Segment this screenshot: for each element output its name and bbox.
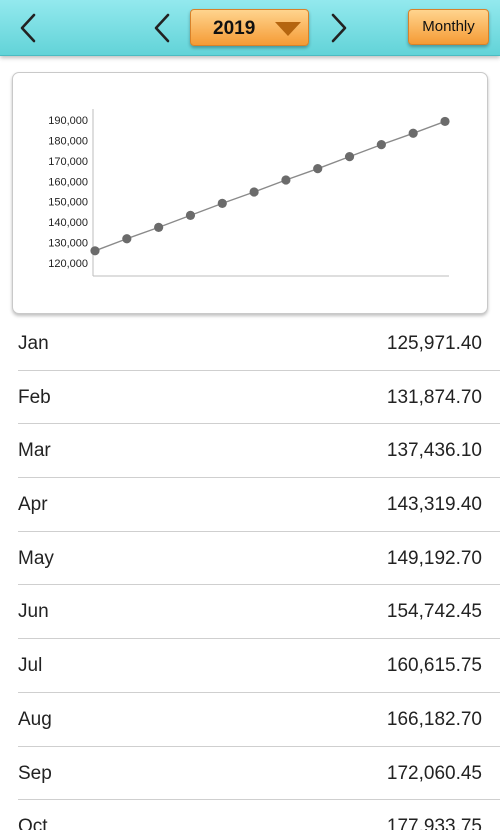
line-chart-card: 190,000 180,000 170,000 160,000 150,000 140,0… [12, 72, 488, 314]
top-bar: 2019 Monthly [0, 0, 500, 56]
month-label: May [18, 547, 54, 569]
month-label: Jul [18, 655, 43, 677]
month-value: 137,436.10 [386, 440, 482, 462]
data-point-dec [440, 116, 450, 127]
month-label: Jan [18, 333, 49, 354]
previous-year-button[interactable] [143, 8, 183, 48]
month-label: Oct [18, 816, 48, 830]
data-point-aug [313, 164, 323, 174]
y-tick-label: 120,000 [48, 258, 88, 270]
data-point-oct [376, 140, 386, 150]
month-value: 125,971.40 [386, 333, 482, 354]
year-dropdown[interactable]: 2019 [190, 9, 309, 46]
list-item[interactable]: Sep 172,060.45 [18, 747, 500, 801]
month-value: 131,874.70 [386, 386, 482, 408]
data-point-may [217, 198, 227, 208]
list-item[interactable]: Feb 131,874.70 [18, 371, 500, 425]
next-year-button[interactable] [318, 8, 358, 48]
list-item[interactable]: Oct 177,933.75 [18, 800, 500, 830]
month-label: Apr [18, 494, 48, 516]
list-item[interactable]: Aug 166,182.70 [18, 693, 500, 747]
month-value: 143,319.40 [386, 494, 482, 516]
year-value: 2019 [213, 18, 256, 39]
back-button[interactable] [8, 8, 48, 48]
data-point-nov [408, 128, 418, 138]
y-tick-label: 150,000 [48, 197, 88, 209]
month-label: Sep [18, 762, 52, 784]
list-item[interactable]: May 149,192.70 [18, 532, 500, 586]
list-item[interactable]: Jun 154,742.45 [18, 585, 500, 640]
line-chart: 190,000 180,000 170,000 160,000 150,000 140,0… [48, 109, 450, 277]
list-item[interactable]: Mar 137,436.10 [18, 424, 500, 479]
y-tick-label: 170,000 [48, 156, 88, 168]
month-value: 154,742.45 [386, 601, 482, 623]
month-label: Jun [18, 601, 49, 623]
month-label: Mar [18, 440, 51, 462]
y-tick-label: 180,000 [48, 135, 88, 147]
chevron-right-icon [331, 13, 347, 43]
data-point-jul [281, 175, 291, 185]
data-point-apr [185, 210, 196, 220]
data-point-feb [122, 234, 132, 244]
y-tick-label: 160,000 [48, 176, 88, 188]
month-value: 160,615.75 [386, 655, 482, 677]
period-monthly-button[interactable]: Monthly [408, 9, 489, 45]
list-item[interactable]: Apr 143,319.40 [18, 478, 500, 532]
y-tick-label: 140,000 [48, 217, 88, 229]
chevron-left-icon [154, 13, 170, 43]
y-tick-label: 130,000 [48, 238, 88, 250]
month-value: 172,060.45 [386, 762, 482, 784]
data-point-sep [344, 152, 355, 162]
data-point-jan [90, 246, 100, 256]
chevron-left-icon [20, 13, 36, 43]
month-label: Feb [18, 386, 51, 408]
month-value: 177,933.75 [386, 816, 482, 830]
month-label: Aug [18, 708, 52, 730]
y-tick-label: 190,000 [48, 115, 88, 127]
data-point-jun [249, 187, 259, 197]
monthly-values-list: Jan 125,971.40 Feb 131,874.70 Mar 137,436.10 A… [0, 317, 500, 830]
list-item[interactable]: Jul 160,615.75 [18, 639, 500, 693]
series-line [94, 120, 446, 252]
triangle-down-icon [275, 22, 301, 36]
list-item[interactable]: Jan 125,971.40 [18, 317, 500, 371]
month-value: 166,182.70 [386, 708, 482, 730]
data-point-mar [154, 222, 164, 232]
month-value: 149,192.70 [386, 547, 482, 569]
